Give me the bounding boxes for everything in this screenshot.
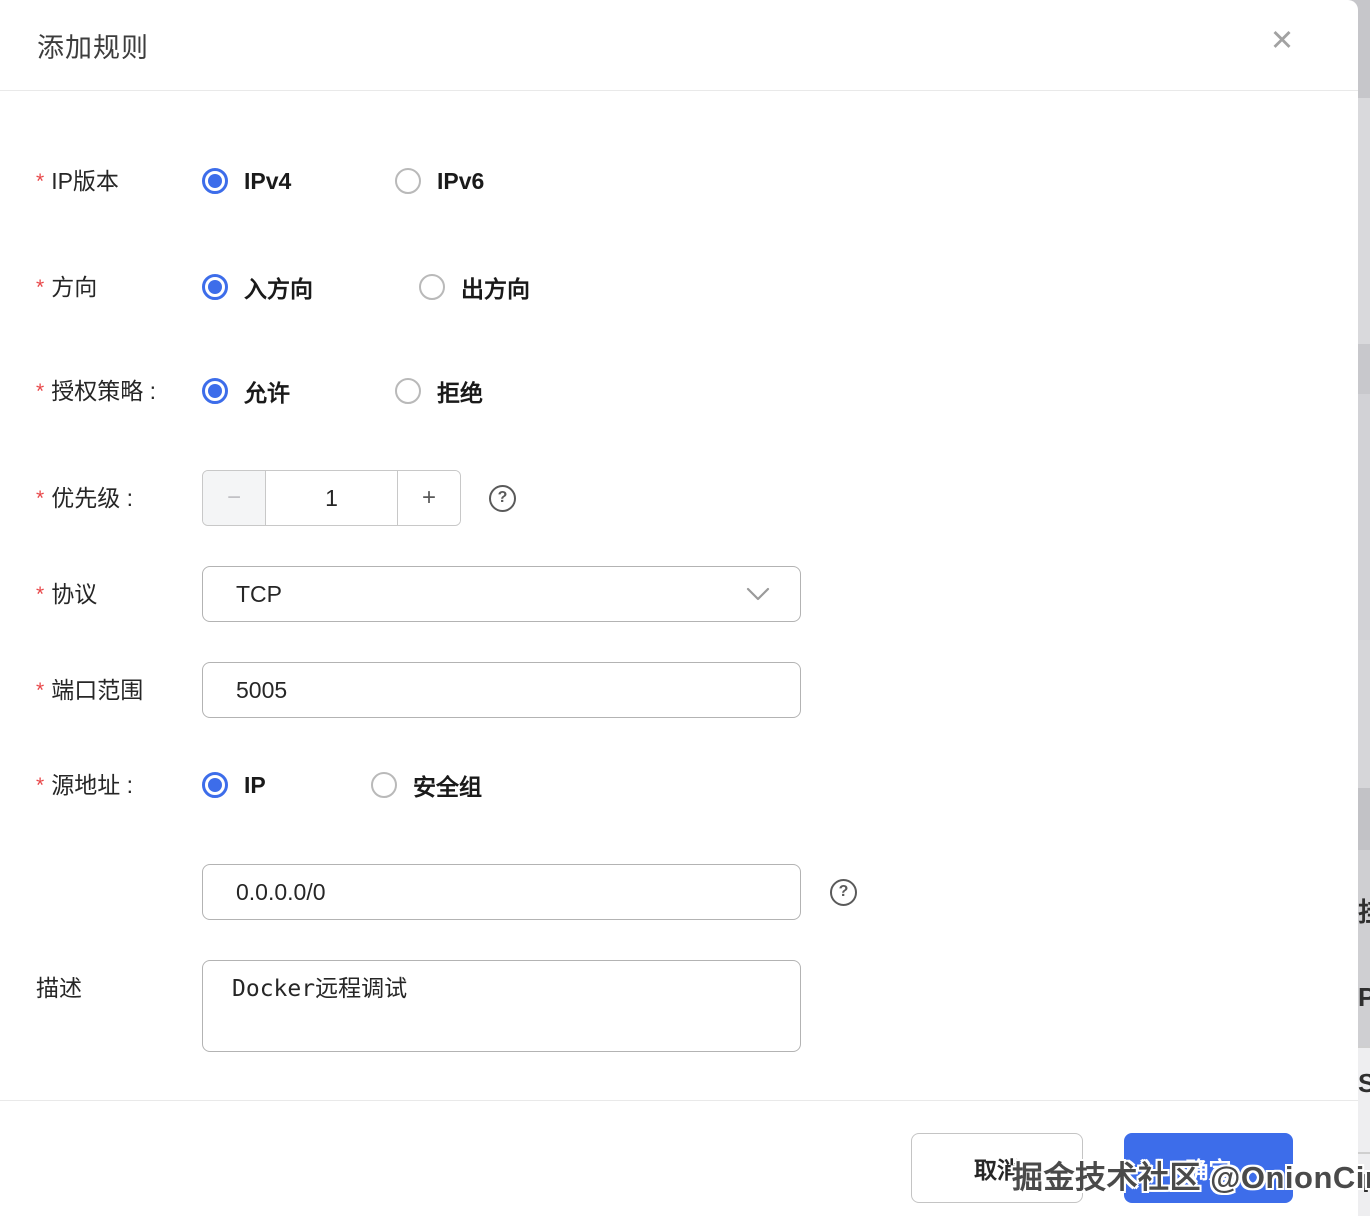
required-asterisk: * [36,583,45,606]
dialog-title: 添加规则 [37,32,149,63]
footer-divider [0,1100,1358,1101]
radio-label[interactable]: 出方向 [461,270,530,304]
source-address-control: ? [202,864,1358,920]
row-direction: * 方向 入方向 出方向 [0,261,1358,313]
radio-unselected-icon[interactable] [395,168,421,194]
description-textarea[interactable]: Docker远程调试 [202,960,801,1052]
radio-option-inbound[interactable]: 入方向 [202,270,395,304]
background-text-fragment: P [1358,982,1370,1012]
priority-input[interactable] [266,471,397,525]
stepper-minus-button[interactable]: − [203,471,266,525]
confirm-button[interactable]: 确定 [1124,1133,1293,1203]
field-label-text: 优先级 : [51,485,133,511]
background-text-fragment: 挂 [1358,892,1370,929]
radio-label[interactable]: 拒绝 [437,374,483,408]
help-icon[interactable]: ? [830,878,857,906]
field-label: * 优先级 : [0,483,202,513]
field-label: * IP版本 [0,166,202,196]
background-text-fragment: T [1358,1168,1370,1198]
radio-label[interactable]: 允许 [244,374,290,408]
required-asterisk: * [36,487,45,510]
stepper-plus-button[interactable]: + [397,471,460,525]
background-text-fragment: S [1358,1068,1370,1098]
close-icon[interactable]: ✕ [1262,21,1302,61]
row-protocol: * 协议 TCP [0,566,1358,622]
radio-label[interactable]: IP [244,772,266,799]
radio-label[interactable]: IPv6 [437,168,484,195]
radio-group-ip-version: IPv4 IPv6 [202,168,1358,195]
field-label-text: IP版本 [51,168,119,194]
row-description: 描述 Docker远程调试 [0,960,1358,1052]
field-label-text: 源地址 : [51,772,133,798]
radio-selected-icon[interactable] [202,772,228,798]
chevron-down-icon [746,587,770,600]
add-rule-dialog: 添加规则 ✕ * IP版本 IPv4 IPv6 * 方向 入方向 出方向 * 授… [0,0,1358,1216]
row-source-address: ? [0,864,1358,920]
radio-label[interactable]: IPv4 [244,168,291,195]
priority-control: − + ? [202,470,1358,526]
field-label-text: 端口范围 [51,677,144,703]
required-asterisk: * [36,679,45,702]
radio-option-ip[interactable]: IP [202,772,371,799]
field-label-text: 方向 [51,274,98,300]
cancel-button[interactable]: 取消 [911,1133,1083,1203]
field-label-text: 授权策略 : [51,378,156,404]
radio-option-deny[interactable]: 拒绝 [395,374,483,408]
radio-selected-icon[interactable] [202,378,228,404]
dialog-header: 添加规则 [0,0,1358,91]
row-priority: * 优先级 : − + ? [0,470,1358,526]
radio-option-outbound[interactable]: 出方向 [419,270,530,304]
field-label-text: 描述 [36,975,82,1001]
radio-label[interactable]: 安全组 [413,768,482,802]
strip-divider [1356,1152,1370,1154]
field-label: * 授权策略 : [0,376,202,406]
strip-divider [1356,1046,1370,1048]
field-label: * 端口范围 [0,675,202,705]
required-asterisk: * [36,380,45,403]
row-policy: * 授权策略 : 允许 拒绝 [0,365,1358,417]
screen: 挂 P S T 添加规则 ✕ * IP版本 IPv4 IPv6 [0,0,1370,1216]
radio-option-ipv6[interactable]: IPv6 [395,168,484,195]
row-port-range: * 端口范围 [0,662,1358,718]
radio-group-policy: 允许 拒绝 [202,374,1358,408]
field-label: 描述 [0,960,202,1003]
radio-option-allow[interactable]: 允许 [202,374,395,408]
radio-selected-icon[interactable] [202,168,228,194]
help-icon[interactable]: ? [489,484,516,512]
protocol-select[interactable]: TCP [202,566,801,622]
quantity-stepper: − + [202,470,461,526]
required-asterisk: * [36,170,45,193]
protocol-selected-value: TCP [236,580,282,607]
protocol-control: TCP [202,566,1358,622]
radio-option-ipv4[interactable]: IPv4 [202,168,395,195]
radio-label[interactable]: 入方向 [244,270,313,304]
source-address-input[interactable] [202,864,801,920]
port-range-control [202,662,1358,718]
row-source-type: * 源地址 : IP 安全组 [0,759,1358,811]
field-label: * 协议 [0,579,202,609]
radio-selected-icon[interactable] [202,274,228,300]
row-ip-version: * IP版本 IPv4 IPv6 [0,155,1358,207]
radio-unselected-icon[interactable] [371,772,397,798]
description-control: Docker远程调试 [202,960,1358,1052]
field-label-text: 协议 [51,581,98,607]
radio-unselected-icon[interactable] [395,378,421,404]
radio-unselected-icon[interactable] [419,274,445,300]
radio-option-security-group[interactable]: 安全组 [371,768,482,802]
field-label: * 源地址 : [0,770,202,800]
field-label: * 方向 [0,272,202,302]
required-asterisk: * [36,276,45,299]
required-asterisk: * [36,774,45,797]
radio-group-direction: 入方向 出方向 [202,270,1358,304]
port-range-input[interactable] [202,662,801,718]
radio-group-source: IP 安全组 [202,768,1358,802]
